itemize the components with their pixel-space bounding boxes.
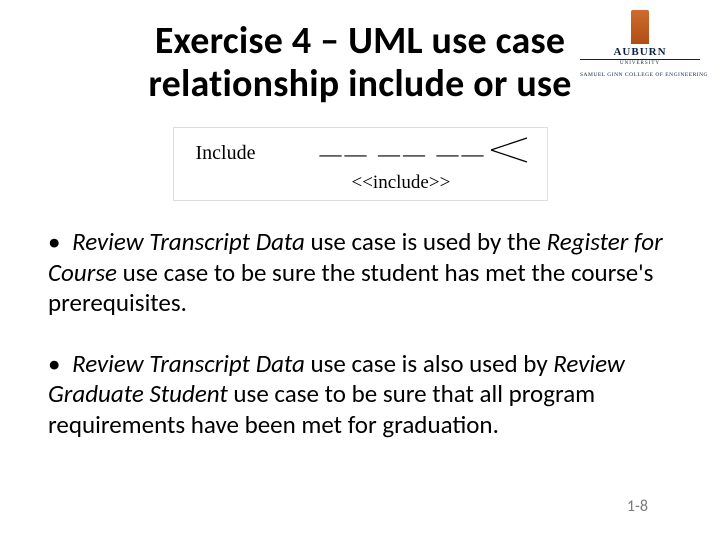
bullet-2: • Review Transcript Data use case is als… [48,349,672,441]
uml-dashed-line: —— —— —— [320,141,487,167]
uml-include-label: Include [196,142,256,165]
logo-subtitle: UNIVERSITY [580,61,700,66]
slide-title: Exercise 4 – UML use case relationship i… [100,20,620,105]
bullet-1-text-1: use case is used by the [305,226,547,257]
bullet-2-em-1: Review Transcript Data [72,348,305,379]
bullet-1-text-2: use case to be sure the student has met … [48,257,653,319]
auburn-logo: AUBURN UNIVERSITY SAMUEL GINN COLLEGE OF… [580,10,700,78]
tower-icon [631,10,649,44]
bullet-1-em-1: Review Transcript Data [72,226,305,257]
bullet-dot: • [48,226,60,257]
logo-title: AUBURN [580,46,700,60]
bullet-1: • Review Transcript Data use case is use… [48,227,672,319]
uml-stereotype: <<include>> [352,172,451,194]
slide: AUBURN UNIVERSITY SAMUEL GINN COLLEGE OF… [0,0,720,540]
bullet-dot: • [48,348,60,379]
uml-arrowhead-icon [489,135,533,165]
logo-college: SAMUEL GINN COLLEGE OF ENGINEERING [580,72,700,78]
page-number: 1-8 [627,497,648,516]
uml-include-figure: Include —— —— —— <<include>> [173,127,548,201]
bullet-2-text-1: use case is also used by [305,348,553,379]
